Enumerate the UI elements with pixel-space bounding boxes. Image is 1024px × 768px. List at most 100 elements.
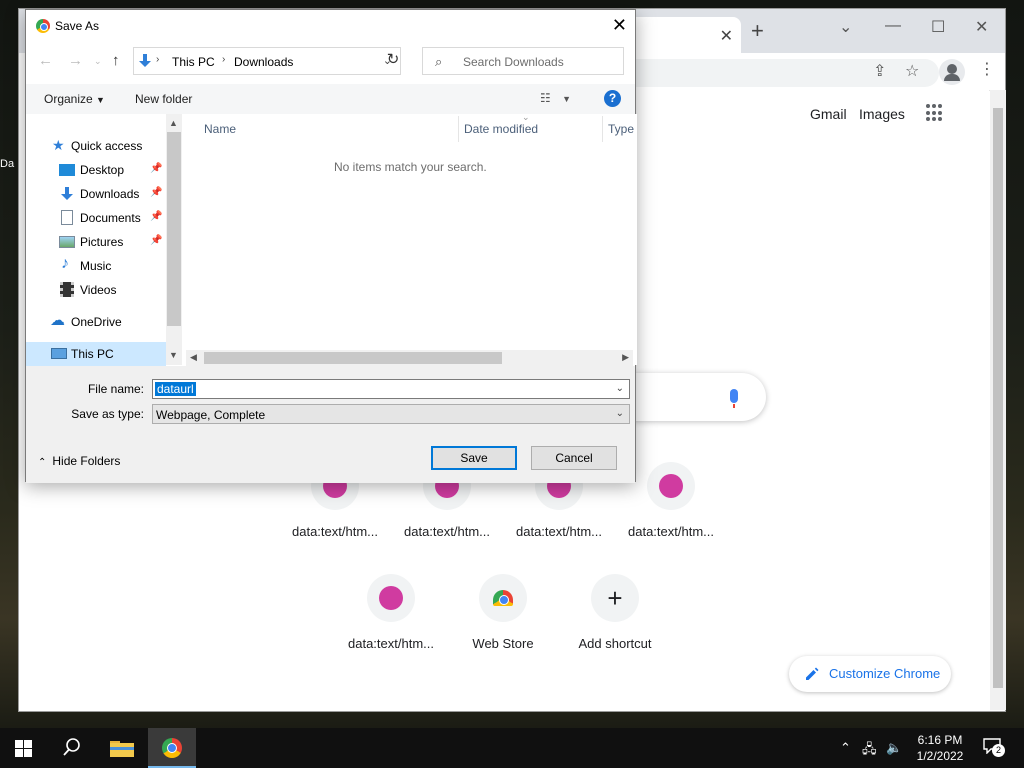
customize-chrome-label: Customize Chrome <box>829 666 941 681</box>
search-icon: ⌕ <box>435 54 443 69</box>
up-arrow-icon[interactable]: ↑ <box>112 52 120 69</box>
address-bar[interactable]: › This PC › Downloads ⌄ <box>133 47 401 75</box>
cancel-button[interactable]: Cancel <box>531 446 617 470</box>
new-tab-plus-icon[interactable]: + <box>751 20 764 42</box>
nav-item-music[interactable]: ♪ Music <box>26 254 166 278</box>
images-link[interactable]: Images <box>859 106 905 122</box>
notification-center-icon[interactable]: 2 <box>983 738 1005 757</box>
scroll-left-arrow-icon[interactable]: ◀ <box>190 352 197 363</box>
minimize-icon[interactable]: — <box>885 17 901 35</box>
column-divider[interactable] <box>458 116 459 142</box>
pencil-icon <box>806 667 819 680</box>
pictures-icon <box>59 236 75 248</box>
nav-item-onedrive[interactable]: ☁ OneDrive <box>26 310 166 334</box>
scroll-up-arrow-icon[interactable]: ▲ <box>169 118 178 128</box>
column-header-name[interactable]: Name <box>204 122 236 136</box>
refresh-button[interactable]: ↻ <box>378 46 408 74</box>
dialog-close-icon[interactable]: ✕ <box>612 15 627 36</box>
tray-chevron-up-icon[interactable]: ⌃ <box>840 740 851 756</box>
tab-close-icon[interactable]: ✕ <box>720 26 733 46</box>
organize-menu-button[interactable]: Organize ▼ <box>44 92 105 106</box>
volume-muted-icon[interactable]: 🔈 <box>886 740 902 756</box>
change-view-button[interactable]: ☷ ▼ <box>540 91 571 105</box>
nav-item-downloads[interactable]: Downloads 📌 <box>26 182 166 206</box>
share-icon[interactable]: ⇪ <box>873 61 886 81</box>
save-as-type-select[interactable]: Webpage, Complete ⌄ <box>152 404 630 424</box>
shortcut-favicon-circle: + <box>591 574 639 622</box>
column-header-date-modified[interactable]: Date modified <box>464 122 538 136</box>
profile-avatar-icon[interactable] <box>939 59 965 85</box>
window-close-icon[interactable]: ✕ <box>975 17 988 37</box>
taskbar-clock[interactable]: 6:16 PM 1/2/2022 <box>910 732 970 764</box>
dialog-titlebar[interactable]: Save As ✕ <box>26 10 635 42</box>
sort-chevron-icon: ⌄ <box>522 112 530 122</box>
web-store-icon <box>493 590 513 606</box>
file-list-pane: Name Date modified ⌄ Type No items match… <box>182 112 637 365</box>
hide-folders-label: Hide Folders <box>52 454 121 468</box>
desktop-icon <box>59 164 75 176</box>
scroll-right-arrow-icon[interactable]: ▶ <box>622 352 629 363</box>
column-header-type[interactable]: Type <box>608 122 634 136</box>
nav-item-label: OneDrive <box>71 315 122 329</box>
dialog-bottom-form: File name: dataurl ⌄ Save as type: Webpa… <box>26 366 635 483</box>
tab-search-chevron-icon[interactable]: ⌄ <box>839 17 852 37</box>
customize-chrome-button[interactable]: Customize Chrome <box>789 656 951 692</box>
omnibox[interactable] <box>619 59 939 87</box>
desktop-icon-label-fragment[interactable]: Da <box>0 158 18 170</box>
search-downloads-input[interactable]: ⌕ Search Downloads <box>422 47 624 75</box>
scrollbar-thumb[interactable] <box>204 352 502 364</box>
taskbar-chrome-button[interactable] <box>148 728 196 768</box>
file-name-input[interactable]: dataurl ⌄ <box>152 379 630 399</box>
chrome-app-icon <box>36 19 50 33</box>
dropdown-triangle-icon: ▼ <box>96 95 105 105</box>
nav-item-quick-access[interactable]: ★ Quick access <box>26 134 166 158</box>
file-explorer-icon[interactable] <box>110 739 134 757</box>
help-icon[interactable]: ? <box>604 90 621 107</box>
document-icon <box>61 210 73 225</box>
breadcrumb-downloads[interactable]: Downloads <box>234 55 293 69</box>
shortcut-tile[interactable]: data:text/htm... <box>335 574 447 651</box>
navigation-pane-scrollbar[interactable]: ▲ ▼ <box>166 114 182 365</box>
chrome-active-tab[interactable]: ✕ <box>619 17 741 53</box>
page-vertical-scrollbar[interactable] <box>990 90 1006 710</box>
windows-start-icon[interactable] <box>15 740 32 757</box>
pin-icon: 📌 <box>150 211 163 222</box>
recent-locations-chevron-icon[interactable]: ⌄ <box>94 56 102 67</box>
new-folder-button[interactable]: New folder <box>135 92 192 106</box>
save-button[interactable]: Save <box>431 446 517 470</box>
nav-item-label: Quick access <box>71 139 143 153</box>
scrollbar-thumb[interactable] <box>167 132 181 326</box>
add-shortcut-button[interactable]: + Add shortcut <box>559 574 671 651</box>
shortcut-favicon-circle <box>647 462 695 510</box>
google-apps-grid-icon[interactable] <box>926 104 944 122</box>
shortcut-label: data:text/htm... <box>348 636 434 651</box>
hide-folders-toggle[interactable]: ⌃ Hide Folders <box>38 454 120 468</box>
voice-search-mic-icon[interactable] <box>730 389 738 408</box>
back-arrow-icon[interactable]: ← <box>38 52 53 69</box>
scrollbar-thumb[interactable] <box>993 108 1003 688</box>
nav-item-desktop[interactable]: Desktop 📌 <box>26 158 166 182</box>
breadcrumb-this-pc[interactable]: This PC <box>172 55 215 69</box>
chrome-icon <box>162 738 182 758</box>
file-pane-horizontal-scrollbar[interactable]: ◀ ▶ <box>186 350 633 366</box>
chrome-menu-kebab-icon[interactable]: ⋮ <box>979 61 995 79</box>
nav-item-videos[interactable]: Videos <box>26 278 166 302</box>
web-store-shortcut[interactable]: Web Store <box>447 574 559 651</box>
gmail-link[interactable]: Gmail <box>810 106 847 122</box>
nav-item-documents[interactable]: Documents 📌 <box>26 206 166 230</box>
search-placeholder: Search Downloads <box>463 55 564 69</box>
scroll-down-arrow-icon[interactable]: ▼ <box>169 350 178 360</box>
nav-item-this-pc[interactable]: This PC <box>26 342 166 366</box>
bookmark-star-icon[interactable]: ☆ <box>905 61 919 81</box>
dialog-navigation-row: ← → ⌄ ↑ › This PC › Downloads ⌄ ↻ ⌕ Sear… <box>26 46 635 78</box>
nav-item-pictures[interactable]: Pictures 📌 <box>26 230 166 254</box>
file-name-label: File name: <box>87 382 144 396</box>
file-name-dropdown-chevron-icon[interactable]: ⌄ <box>616 383 624 394</box>
column-divider[interactable] <box>602 116 603 142</box>
forward-arrow-icon[interactable]: → <box>68 52 83 69</box>
maximize-icon[interactable]: ☐ <box>931 17 945 37</box>
dialog-command-bar: Organize ▼ New folder ☷ ▼ ? <box>26 84 635 114</box>
empty-folder-message: No items match your search. <box>334 160 487 174</box>
network-icon[interactable]: 🖧 <box>862 740 877 762</box>
taskbar-search-icon[interactable] <box>62 737 82 757</box>
